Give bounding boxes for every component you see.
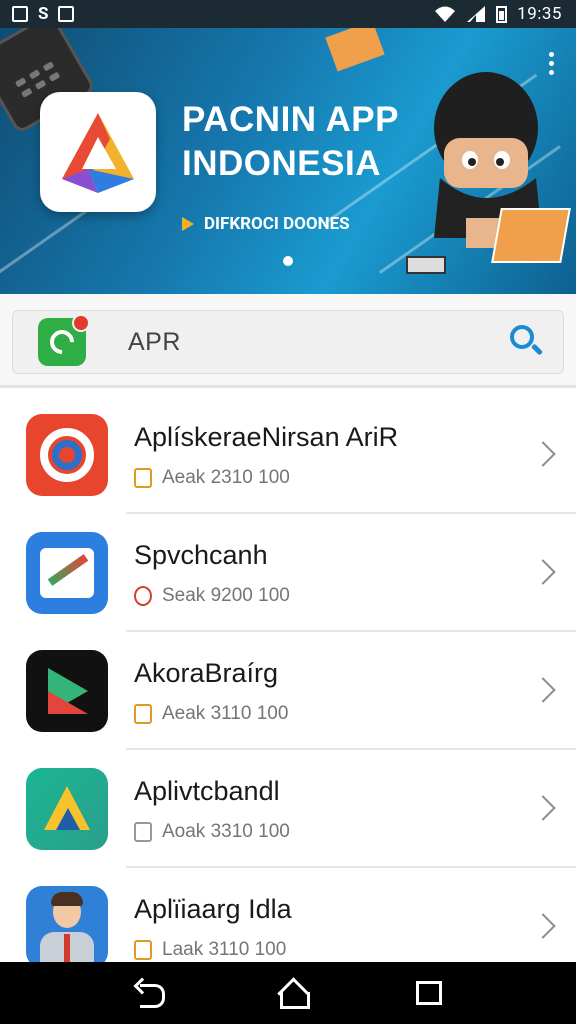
package-icon <box>134 821 152 842</box>
app-meta-text: Seak 9200 100 <box>162 584 290 606</box>
list-item-text: AkoraBraírg Aeak 3110 100 <box>134 658 532 725</box>
search-icon[interactable] <box>507 322 547 362</box>
box-illustration <box>491 208 571 263</box>
image-icon <box>12 6 28 22</box>
list-item[interactable]: Aplivtcbandl Aoak 3310 100 <box>0 750 576 868</box>
signal-icon <box>467 6 486 22</box>
status-right: 19:35 <box>434 4 562 24</box>
promo-banner[interactable]: PACNIN APP INDONESIA DIFKROCI DOONES <box>0 28 576 294</box>
app-name: Aplivtcbandl <box>134 775 280 806</box>
carousel-indicator[interactable] <box>283 256 293 266</box>
usb-illustration <box>406 256 446 274</box>
wifi-icon <box>435 6 456 22</box>
app-name: AkoraBraírg <box>134 657 279 688</box>
chevron-right-icon[interactable] <box>532 553 552 593</box>
app-meta: Seak 9200 100 <box>134 585 532 607</box>
package-icon <box>134 467 152 488</box>
banner-title-line1: PACNIN APP <box>182 100 399 139</box>
overflow-menu-icon[interactable] <box>549 52 554 75</box>
package-icon <box>134 703 152 724</box>
package-icon <box>134 939 152 960</box>
app-meta-text: Laak 3110 100 <box>162 938 287 960</box>
list-item[interactable]: AplískeraeNirsan AriR Aeak 2310 100 <box>0 396 576 514</box>
s-icon: S <box>38 4 49 24</box>
search-input[interactable] <box>128 327 507 357</box>
drive-app-icon <box>26 768 108 850</box>
app-logo <box>40 92 156 212</box>
photo-icon <box>58 6 75 22</box>
app-meta: Laak 3110 100 <box>134 939 532 961</box>
banner-title-line2: INDONESIA <box>182 144 381 183</box>
target-app-icon <box>26 414 108 496</box>
play-app-icon <box>26 650 108 732</box>
back-icon[interactable] <box>134 980 168 1008</box>
chevron-right-icon[interactable] <box>532 789 552 829</box>
gallery-app-icon <box>26 532 108 614</box>
blocked-icon <box>134 585 152 606</box>
clock: 19:35 <box>517 4 562 24</box>
banner-subtitle: DIFKROCI DOONES <box>182 214 350 234</box>
navigation-bar <box>0 962 576 1024</box>
status-bar: S 19:35 <box>0 0 576 28</box>
list-item-text: Aplivtcbandl Aoak 3310 100 <box>134 776 532 843</box>
app-meta-text: Aoak 3310 100 <box>162 820 290 842</box>
battery-icon <box>496 5 508 23</box>
status-left: S <box>12 4 75 24</box>
search-bar[interactable] <box>12 310 564 374</box>
home-icon[interactable] <box>277 979 310 1009</box>
app-meta-text: Aeak 3110 100 <box>162 702 289 724</box>
list-item-text: Spvchcanh Seak 9200 100 <box>134 540 532 607</box>
chevron-right-icon[interactable] <box>532 671 552 711</box>
recent-apps-icon[interactable] <box>415 981 442 1005</box>
list-item-text: AplískeraeNirsan AriR Aeak 2310 100 <box>134 422 532 489</box>
arrow-icon <box>182 217 194 231</box>
banner-title: PACNIN APP INDONESIA <box>182 98 399 186</box>
chevron-right-icon[interactable] <box>532 907 552 947</box>
app-meta-text: Aeak 2310 100 <box>162 466 290 488</box>
app-list: AplískeraeNirsan AriR Aeak 2310 100 Spvc… <box>0 396 576 986</box>
list-item-text: Aplïiaarg Idla Laak 3110 100 <box>134 894 532 961</box>
app-name: AplískeraeNirsan AriR <box>134 421 399 452</box>
phone-app-icon[interactable] <box>38 314 90 366</box>
decor-block <box>325 28 385 72</box>
search-section <box>0 294 576 388</box>
triangle-logo-icon <box>62 113 134 193</box>
app-name: Spvchcanh <box>134 539 268 570</box>
app-meta: Aeak 2310 100 <box>134 467 532 489</box>
list-item[interactable]: Spvchcanh Seak 9200 100 <box>0 514 576 632</box>
banner-subtitle-text: DIFKROCI DOONES <box>204 214 350 234</box>
avatar-app-icon <box>26 886 108 968</box>
app-meta: Aoak 3310 100 <box>134 821 532 843</box>
app-meta: Aeak 3110 100 <box>134 703 532 725</box>
app-name: Aplïiaarg Idla <box>134 893 292 924</box>
chevron-right-icon[interactable] <box>532 435 552 475</box>
list-item[interactable]: AkoraBraírg Aeak 3110 100 <box>0 632 576 750</box>
